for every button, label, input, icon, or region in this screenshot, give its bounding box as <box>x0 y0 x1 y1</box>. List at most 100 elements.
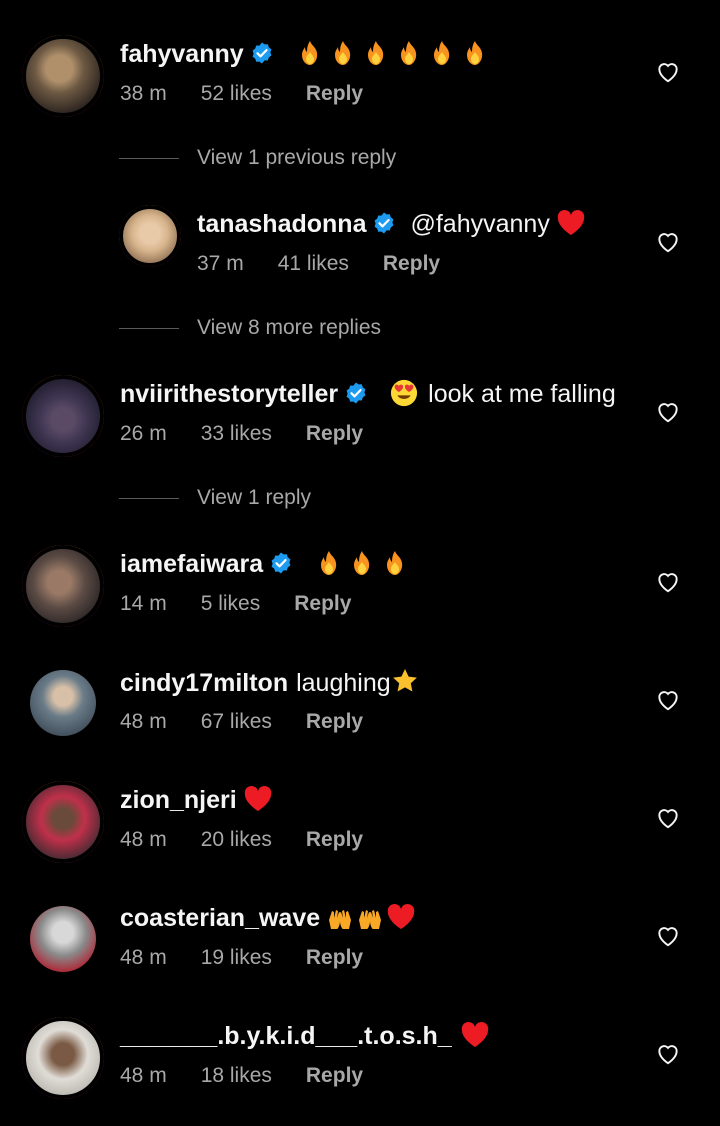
heart-eyes-emoji-icon <box>390 379 418 407</box>
comment-tanashadonna: tanashadonna @fahyvanny 37 m 41 likes Reply <box>0 204 720 304</box>
heart-outline-icon[interactable] <box>655 687 681 713</box>
likes-count[interactable]: 52 likes <box>201 81 272 107</box>
fire-emoji-icons <box>288 40 486 68</box>
view-more-replies-link[interactable]: View 8 more replies <box>119 313 381 343</box>
comment-coasterian-wave: coasterian_wave 48 m 19 likes Reply <box>0 898 720 998</box>
star-emoji-icon <box>391 667 419 695</box>
reply-button[interactable]: Reply <box>306 421 363 447</box>
verified-badge-icon <box>269 551 293 575</box>
comment-cindy17milton: cindy17milton laughing 48 m 67 likes Reply <box>0 662 720 762</box>
likes-count[interactable]: 19 likes <box>201 945 272 971</box>
avatar-story-ring[interactable] <box>22 375 104 457</box>
comment-body[interactable]: @fahyvanny <box>410 210 549 238</box>
comment-body[interactable]: look at me falling <box>428 380 616 408</box>
comment-meta: 48 m 18 likes Reply <box>120 1063 363 1089</box>
avatar-story-ring[interactable] <box>22 35 104 117</box>
avatar <box>22 545 104 627</box>
avatar-container[interactable] <box>30 670 96 736</box>
divider-line <box>119 497 179 499</box>
fire-icon <box>351 550 373 576</box>
timestamp: 48 m <box>120 946 167 969</box>
comment-text-line: fahyvanny <box>120 39 486 69</box>
heart-outline-icon[interactable] <box>655 923 681 949</box>
comment-meta: 48 m 67 likes Reply <box>120 709 363 735</box>
username[interactable]: coasterian_wave <box>120 904 320 932</box>
reply-button[interactable]: Reply <box>383 251 440 277</box>
raised-hands-emoji-icon <box>326 903 354 931</box>
heart-outline-icon[interactable] <box>655 59 681 85</box>
comment-fahyvanny: fahyvanny 38 m 52 likes Reply <box>0 34 720 134</box>
comment-meta: 48 m 20 likes Reply <box>120 827 363 853</box>
comment-meta: 37 m 41 likes Reply <box>197 251 440 277</box>
reply-button[interactable]: Reply <box>306 1063 363 1089</box>
comment-meta: 26 m 33 likes Reply <box>120 421 363 447</box>
likes-count[interactable]: 67 likes <box>201 709 272 735</box>
username[interactable]: zion_njeri <box>120 786 237 814</box>
fire-icon <box>464 40 486 66</box>
avatar-story-ring[interactable] <box>22 1017 104 1099</box>
avatar-story-ring[interactable] <box>22 545 104 627</box>
view-previous-reply-link[interactable]: View 1 previous reply <box>119 143 396 173</box>
likes-count[interactable]: 18 likes <box>201 1063 272 1089</box>
avatar <box>119 205 181 267</box>
username[interactable]: _______.b.y.k.i.d___.t.o.s.h_ <box>120 1022 452 1050</box>
comment-text-line: nviirithestoryteller look at me falling <box>120 379 616 409</box>
avatar <box>30 670 96 736</box>
comment-zion-njeri: zion_njeri 48 m 20 likes Reply <box>0 780 720 880</box>
timestamp: 37 m <box>197 252 244 275</box>
username[interactable]: nviirithestoryteller <box>120 380 338 408</box>
comment-text-line: _______.b.y.k.i.d___.t.o.s.h_ <box>120 1021 490 1051</box>
reply-button[interactable]: Reply <box>294 591 351 617</box>
verified-badge-icon <box>372 211 396 235</box>
heart-outline-icon[interactable] <box>655 1041 681 1067</box>
view-previous-reply-label: View 1 previous reply <box>197 146 397 169</box>
comment-meta: 38 m 52 likes Reply <box>120 81 363 107</box>
username[interactable]: iamefaiwara <box>120 550 263 578</box>
comment-text-line: coasterian_wave <box>120 903 416 933</box>
verified-badge-icon <box>250 41 274 65</box>
view-one-reply-link[interactable]: View 1 reply <box>119 483 311 513</box>
timestamp: 14 m <box>120 592 167 615</box>
red-heart-emoji-icon <box>556 209 586 237</box>
timestamp: 48 m <box>120 710 167 733</box>
raised-hands-emoji-icon <box>356 903 384 931</box>
avatar <box>30 906 96 972</box>
reply-button[interactable]: Reply <box>306 709 363 735</box>
comment-iamefaiwara: iamefaiwara 14 m 5 likes Reply <box>0 544 720 644</box>
red-heart-emoji-icon <box>460 1021 490 1049</box>
avatar <box>22 375 104 457</box>
divider-line <box>119 327 179 329</box>
comment-text-line: tanashadonna @fahyvanny <box>197 209 586 239</box>
heart-outline-icon[interactable] <box>655 399 681 425</box>
avatar <box>22 781 104 863</box>
comment-text-line: zion_njeri <box>120 785 273 815</box>
avatar-container[interactable] <box>30 906 96 972</box>
avatar-story-ring[interactable] <box>119 205 181 267</box>
fire-icon <box>365 40 387 66</box>
comment-nviirithestoryteller: nviirithestoryteller look at me falling 2… <box>0 374 720 474</box>
red-heart-emoji-icon <box>243 785 273 813</box>
reply-button[interactable]: Reply <box>306 945 363 971</box>
likes-count[interactable]: 33 likes <box>201 421 272 447</box>
heart-outline-icon[interactable] <box>655 569 681 595</box>
avatar <box>22 1017 104 1099</box>
reply-button[interactable]: Reply <box>306 827 363 853</box>
fire-icon <box>431 40 453 66</box>
fire-icon <box>318 550 340 576</box>
heart-outline-icon[interactable] <box>655 229 681 255</box>
timestamp: 48 m <box>120 828 167 851</box>
comment-body[interactable]: laughing <box>296 669 391 697</box>
reply-button[interactable]: Reply <box>306 81 363 107</box>
username[interactable]: fahyvanny <box>120 40 244 68</box>
username[interactable]: tanashadonna <box>197 210 366 238</box>
view-more-replies-label: View 8 more replies <box>197 316 382 339</box>
likes-count[interactable]: 5 likes <box>201 591 261 617</box>
comment-bykidtosh: _______.b.y.k.i.d___.t.o.s.h_ 48 m 18 lik… <box>0 1016 720 1116</box>
red-heart-emoji-icon <box>386 903 416 931</box>
avatar <box>22 35 104 117</box>
heart-outline-icon[interactable] <box>655 805 681 831</box>
likes-count[interactable]: 41 likes <box>278 251 349 277</box>
username[interactable]: cindy17milton <box>120 669 288 697</box>
avatar-story-ring[interactable] <box>22 781 104 863</box>
likes-count[interactable]: 20 likes <box>201 827 272 853</box>
